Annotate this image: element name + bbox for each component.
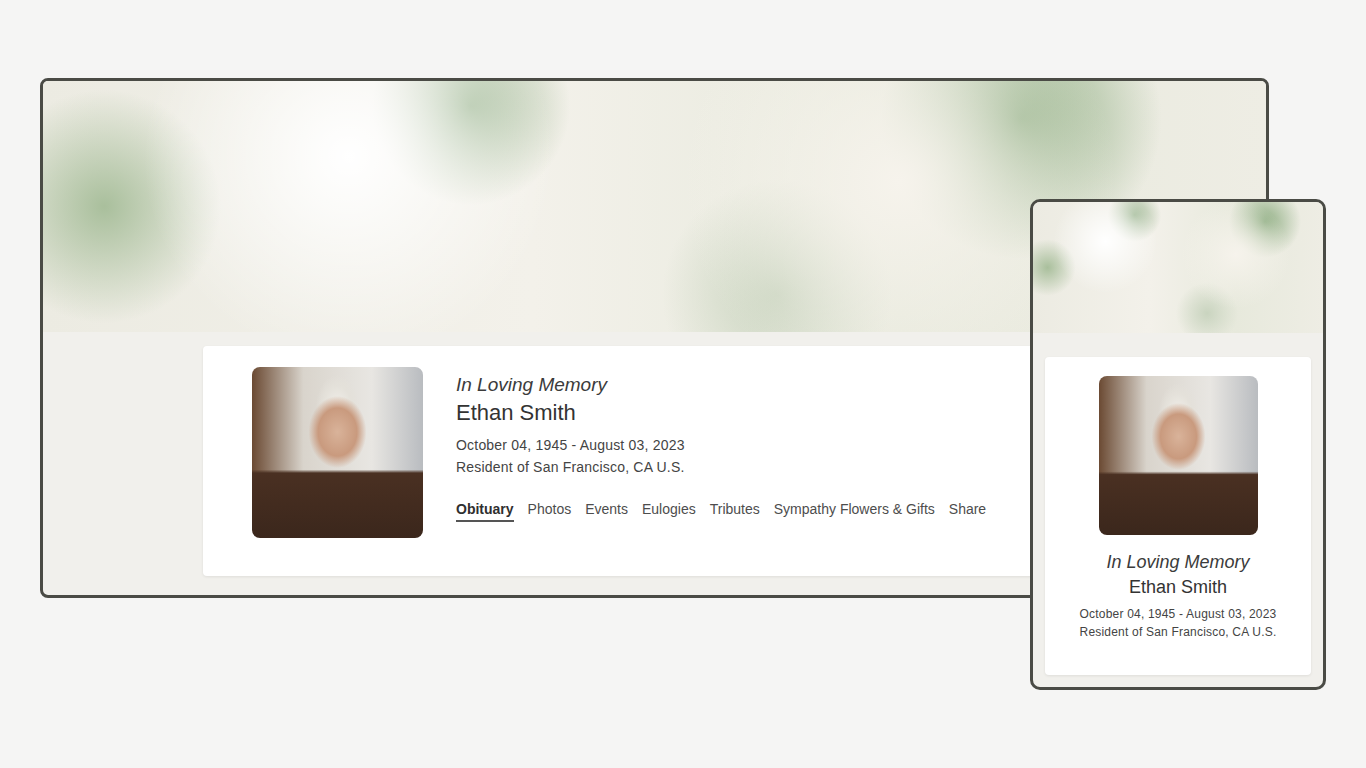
mobile-body: In Loving MemoryEthan Smith October 04, 1… xyxy=(1033,333,1323,687)
memorial-card: In Loving MemoryEthan Smith October 04, 1… xyxy=(1045,357,1311,675)
floral-banner xyxy=(1033,202,1323,333)
deceased-name: Ethan Smith xyxy=(456,399,986,428)
deceased-name: Ethan Smith xyxy=(1129,576,1227,599)
life-dates: October 04, 1945 - August 03, 2023 xyxy=(456,435,685,457)
portrait-photo xyxy=(252,367,423,538)
tab[interactable]: Obituary xyxy=(456,501,514,522)
memorial-heading: In Loving Memory xyxy=(456,373,986,397)
tab[interactable]: Share xyxy=(949,501,986,522)
showcase-canvas: In Loving MemoryEthan SmithOctober 04, 1… xyxy=(0,0,1366,768)
residence: Resident of San Francisco, CA U.S. xyxy=(456,457,685,479)
tab[interactable]: Events xyxy=(585,501,628,522)
memorial-info: In Loving MemoryEthan Smith October 04, 1… xyxy=(456,367,986,522)
tab-bar: Obituary Photos Events Eulogies Tributes Symp… xyxy=(456,501,986,522)
mobile-frame: In Loving MemoryEthan Smith October 04, 1… xyxy=(1030,199,1326,690)
portrait-photo xyxy=(1099,376,1258,535)
memorial-info: In Loving MemoryEthan Smith October 04, 1… xyxy=(1080,551,1277,642)
tab[interactable]: Eulogies xyxy=(642,501,696,522)
life-dates: October 04, 1945 - August 03, 2023 xyxy=(1080,605,1277,624)
tab[interactable]: Tributes xyxy=(710,501,760,522)
memorial-heading: In Loving Memory xyxy=(1106,551,1249,574)
memorial-card: In Loving MemoryEthan Smith October 04, 1… xyxy=(203,346,1103,576)
residence: Resident of San Francisco, CA U.S. xyxy=(1080,623,1277,642)
tab[interactable]: Photos xyxy=(528,501,572,522)
tab[interactable]: Sympathy Flowers & Gifts xyxy=(774,501,935,522)
